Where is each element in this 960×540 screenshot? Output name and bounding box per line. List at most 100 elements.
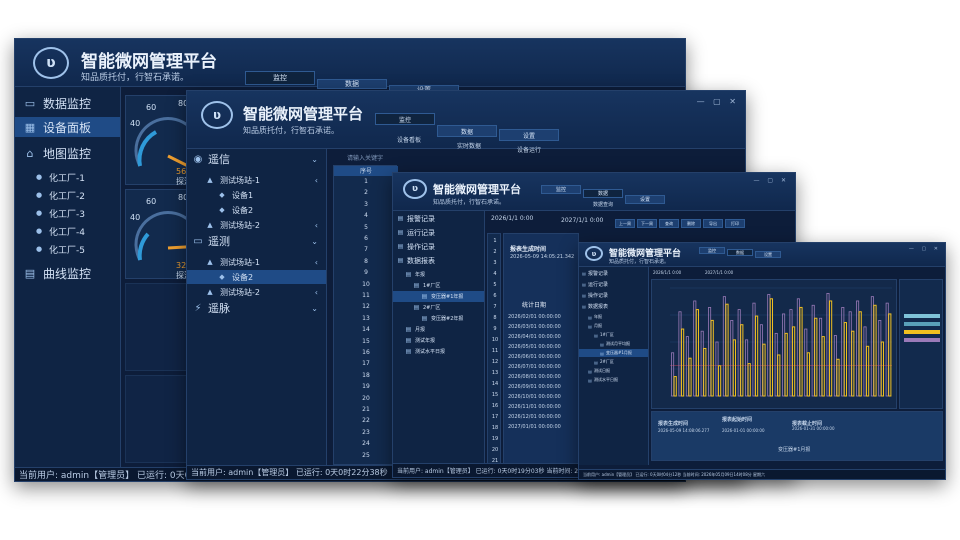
- tree-item[interactable]: ▤ 变压器#2年报: [393, 313, 484, 324]
- toolbar-button[interactable]: 上一周: [615, 219, 635, 228]
- tab-settings[interactable]: 设置: [499, 129, 559, 141]
- tab-settings[interactable]: 设置: [625, 195, 665, 204]
- station-icon: ▲: [207, 288, 213, 296]
- tree-item[interactable]: ▤ 1#厂区: [579, 331, 648, 339]
- subtab-realtime[interactable]: 实时数据: [457, 141, 481, 150]
- toolbar-button[interactable]: 打印: [725, 219, 745, 228]
- toolbar-button[interactable]: 导出: [703, 219, 723, 228]
- tree-item[interactable]: ▲ 测试场站-1 ‹: [187, 255, 326, 269]
- tab-monitor[interactable]: 监控: [541, 185, 581, 194]
- tab-data[interactable]: 数据: [317, 79, 387, 89]
- tree-item[interactable]: ▤ 测试水平日报: [393, 346, 484, 357]
- tree-item[interactable]: ◆ 设备2: [187, 203, 326, 217]
- window-controls[interactable]: — ▢ ✕: [753, 177, 789, 184]
- tree-item[interactable]: ▲ 测试场站-2 ‹: [187, 218, 326, 232]
- chevron-icon[interactable]: ‹: [315, 288, 318, 297]
- subtab-running[interactable]: 设备运行: [517, 145, 541, 154]
- tree-item[interactable]: ▤ 数据报表: [579, 302, 648, 310]
- tree-item[interactable]: ▤ 运行记录: [393, 227, 484, 238]
- bar-series-2: [841, 307, 845, 397]
- tree-item-label: 1#厂区: [423, 283, 441, 289]
- tree-item[interactable]: ▤ 1#厂区: [393, 280, 484, 291]
- grid-row-number: 22: [362, 417, 370, 425]
- date-to[interactable]: 2027/1/1 0:00: [561, 217, 603, 224]
- tree-item[interactable]: ▤ 变压器#1月报: [579, 349, 648, 357]
- app-subtitle: 知品质托付，行智石承诺。: [609, 259, 670, 265]
- tree-item[interactable]: ▲ 测试场站-2 ‹: [187, 285, 326, 299]
- tab-settings[interactable]: 设置: [755, 251, 781, 258]
- sidebar-item[interactable]: ▦ 设备面板: [15, 117, 120, 137]
- tree-item[interactable]: ▤ 年报: [393, 269, 484, 280]
- tree-item[interactable]: ▤ 月报: [393, 324, 484, 335]
- report-row-number: 12: [491, 359, 499, 365]
- date-to[interactable]: 2027/1/1 0:00: [705, 270, 733, 275]
- tree-item[interactable]: ▤ 运行记录: [579, 280, 648, 288]
- chevron-icon[interactable]: ⌄: [311, 304, 318, 313]
- tree-item-label: 操作记录: [407, 242, 435, 251]
- bar-series-2: [700, 330, 704, 397]
- tree-item[interactable]: ▤ 测试月平均报: [579, 340, 648, 348]
- sidebar-item[interactable]: ▤ 曲线监控: [15, 263, 120, 283]
- bar-series-2: [885, 302, 889, 397]
- tree-item[interactable]: ▤ 2#厂区: [393, 302, 484, 313]
- tree-item[interactable]: ▭ 遥测 ⌄: [187, 233, 326, 249]
- tree-item[interactable]: ▤ 变压器#1年报: [393, 291, 484, 302]
- toolbar-button[interactable]: 查询: [659, 219, 679, 228]
- sidebar-item[interactable]: ● 化工厂-4: [15, 221, 120, 241]
- chevron-icon[interactable]: ‹: [315, 258, 318, 267]
- report-row-number: 16: [491, 403, 499, 409]
- tree-item[interactable]: ▤ 测试水平日报: [579, 376, 648, 384]
- subtab-device-board[interactable]: 设备看板: [397, 135, 421, 144]
- tab-monitor[interactable]: 监控: [245, 71, 315, 85]
- bar-series-2: [730, 320, 734, 397]
- window-controls[interactable]: — ▢ ✕: [909, 246, 941, 252]
- grid-row-number: 17: [362, 360, 370, 368]
- chevron-icon[interactable]: ‹: [315, 176, 318, 185]
- tree-item[interactable]: ▤ 操作记录: [579, 291, 648, 299]
- tree-item[interactable]: ▲ 测试场站-1 ‹: [187, 173, 326, 187]
- device-icon: ◆: [219, 191, 225, 199]
- tab-monitor[interactable]: 监控: [375, 113, 435, 125]
- bar-series-1: [695, 309, 699, 397]
- toolbar-button[interactable]: 删除: [681, 219, 701, 228]
- tab-data[interactable]: 数据: [583, 189, 623, 198]
- device-icon: ◆: [219, 206, 225, 214]
- tab-data[interactable]: 数据: [437, 125, 497, 137]
- sidebar-item[interactable]: ● 化工厂-1: [15, 167, 120, 187]
- tree-item[interactable]: ◉ 遥信 ⌄: [187, 151, 326, 167]
- tree-item[interactable]: ▤ 数据报表: [393, 255, 484, 266]
- tree-item[interactable]: ▤ 年报: [579, 313, 648, 321]
- bar-series-2: [737, 309, 741, 397]
- tree-item[interactable]: ▤ 2#厂区: [579, 358, 648, 366]
- sidebar-item[interactable]: ● 化工厂-2: [15, 185, 120, 205]
- bar-series-1: [703, 347, 707, 397]
- tree-item[interactable]: ◆ 设备2: [187, 270, 326, 284]
- tree-item[interactable]: ◆ 设备1: [187, 188, 326, 202]
- chevron-icon[interactable]: ⌄: [311, 237, 318, 246]
- bar-series-1: [806, 352, 810, 397]
- date-from[interactable]: 2026/1/1 0:00: [491, 215, 533, 222]
- window-controls[interactable]: — ▢ ✕: [697, 97, 739, 106]
- chevron-icon[interactable]: ⌄: [311, 155, 318, 164]
- chevron-icon[interactable]: ‹: [315, 221, 318, 230]
- tree-item[interactable]: ▤ 测试年报: [393, 335, 484, 346]
- sidebar-item[interactable]: ⌂ 地图监控: [15, 143, 120, 163]
- tree-item[interactable]: ▤ 月报: [579, 322, 648, 330]
- toolbar-button[interactable]: 下一周: [637, 219, 657, 228]
- bar-series-2: [819, 317, 823, 397]
- tree-item[interactable]: ▤ 操作记录: [393, 241, 484, 252]
- subtab-query[interactable]: 数据查询: [593, 201, 613, 208]
- date-from[interactable]: 2026/1/1 0:00: [653, 270, 681, 275]
- sidebar-item[interactable]: ▭ 数据监控: [15, 93, 120, 113]
- tree-item[interactable]: ⚡ 遥脉 ⌄: [187, 300, 326, 316]
- search-input[interactable]: 请输入关键字: [347, 153, 383, 162]
- tree-item[interactable]: ▤ 测试日报: [579, 367, 648, 375]
- sidebar-item[interactable]: ● 化工厂-5: [15, 239, 120, 259]
- bar-series-1: [858, 311, 862, 397]
- tab-monitor[interactable]: 监控: [699, 247, 725, 254]
- tab-data[interactable]: 数据: [727, 249, 753, 256]
- sidebar-item[interactable]: ● 化工厂-3: [15, 203, 120, 223]
- tree-item[interactable]: ▤ 报警记录: [579, 269, 648, 277]
- tree-item[interactable]: ▤ 报警记录: [393, 213, 484, 224]
- pin-icon: ●: [35, 209, 43, 217]
